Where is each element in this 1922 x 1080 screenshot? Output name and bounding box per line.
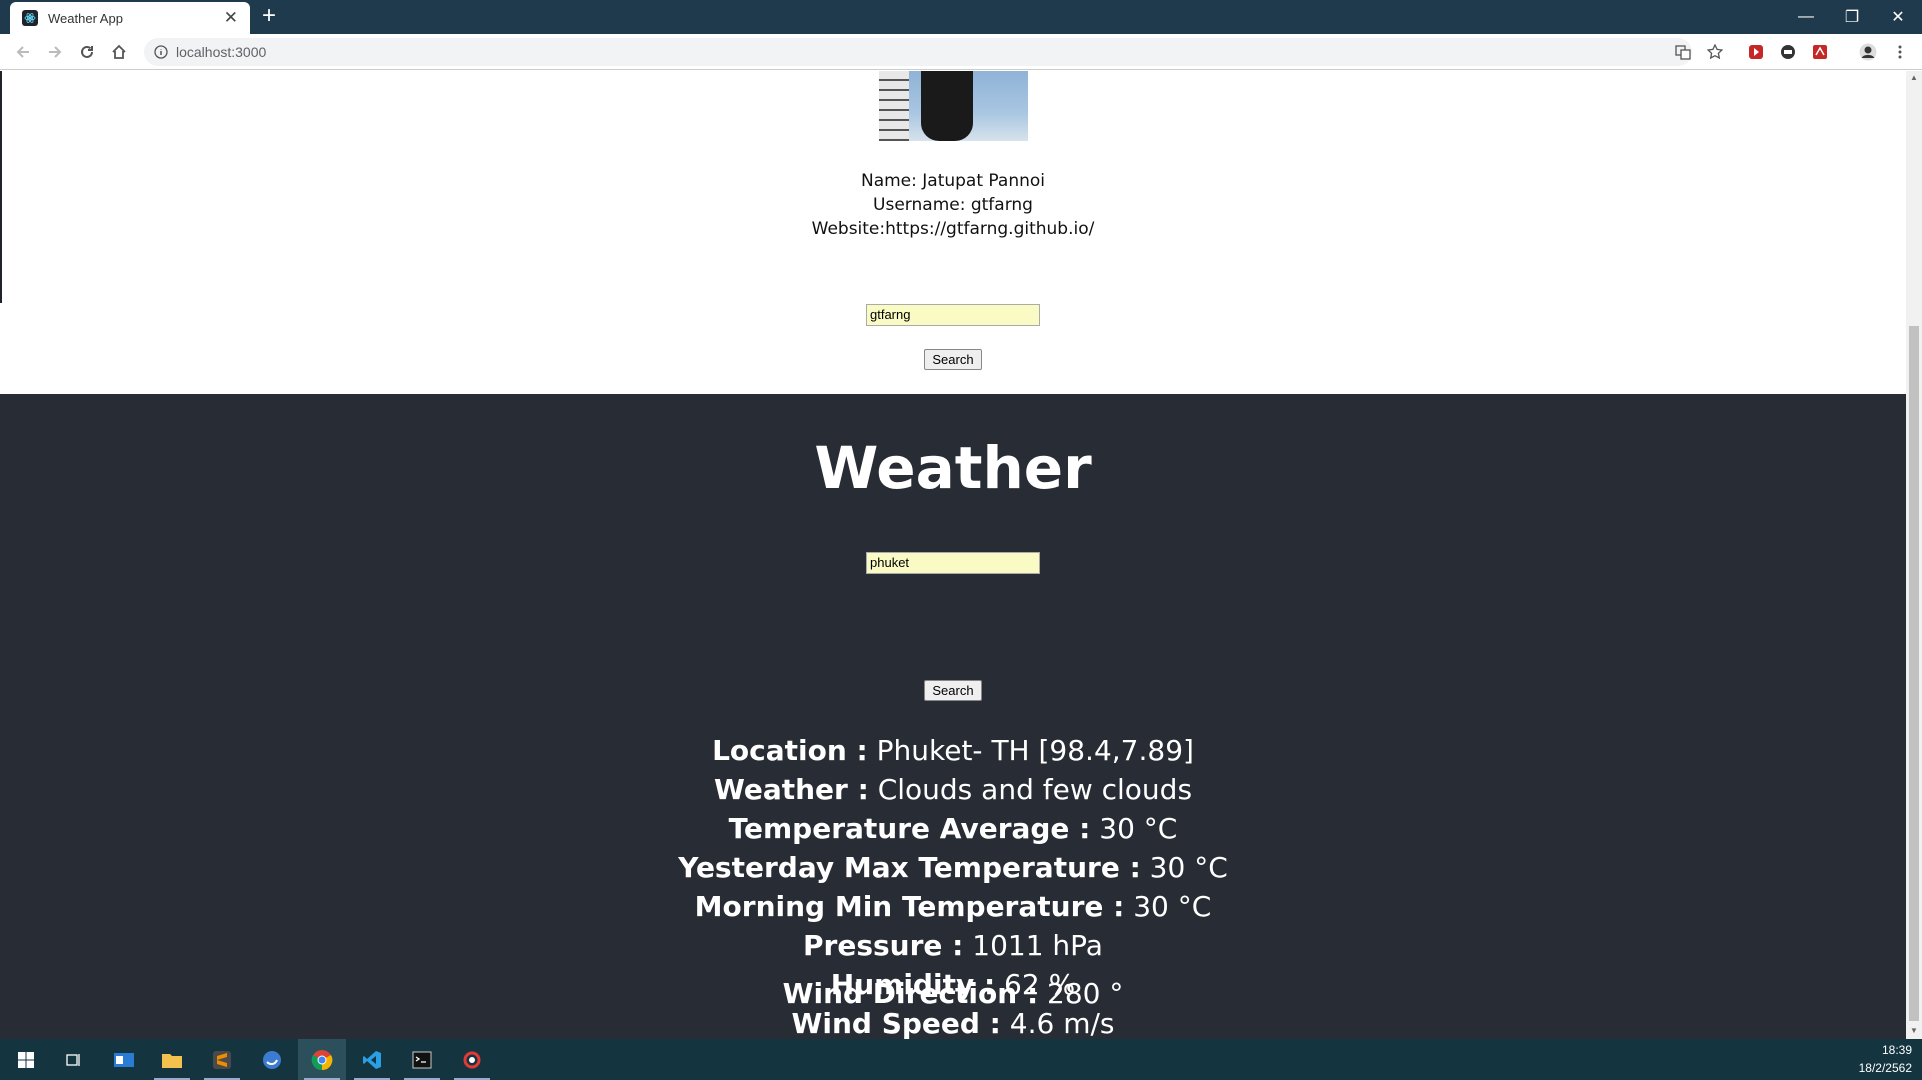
clock-date: 18/2/2562	[1858, 1061, 1912, 1075]
info-icon[interactable]	[154, 45, 168, 59]
windows-start-icon[interactable]	[2, 1039, 50, 1080]
system-clock[interactable]: 18:39 18/2/2562	[1859, 1041, 1912, 1077]
avatar-background	[879, 71, 909, 141]
forward-arrow-icon	[49, 46, 62, 58]
row-label: Pressure :	[803, 929, 964, 962]
weather-title: Weather	[814, 434, 1092, 502]
close-tab-icon[interactable]: ✕	[224, 8, 238, 28]
profile-name: Name: Jatupat Pannoi	[860, 171, 1045, 191]
back-button[interactable]	[12, 41, 34, 63]
scrollbar-thumb[interactable]	[1909, 326, 1919, 1021]
address-bar[interactable]: localhost:3000	[144, 38, 1692, 66]
extension-pdf-icon[interactable]	[1809, 41, 1831, 63]
row-value: 30 °C	[1124, 890, 1212, 923]
row-label: Yesterday Max Temperature :	[678, 851, 1141, 884]
outlook-icon[interactable]	[100, 1039, 148, 1080]
avatar-person	[921, 71, 973, 141]
row-value: Clouds and few clouds	[868, 773, 1193, 806]
page-viewport: Name: Jatupat Pannoi Username: gtfarng W…	[0, 71, 1906, 1039]
file-explorer-icon[interactable]	[148, 1039, 196, 1080]
reload-button[interactable]	[76, 41, 98, 63]
row-label: Location :	[712, 734, 868, 767]
profile-avatar-icon[interactable]	[1857, 41, 1879, 63]
weather-row-pressure: Pressure : 1011 hPa	[0, 927, 1906, 965]
weather-section: Weather phuket Search Location : Phuket-…	[0, 394, 1906, 1039]
terminal-icon[interactable]	[398, 1039, 446, 1080]
os-taskbar: 18:39 18/2/2562	[0, 1039, 1922, 1080]
profile-website: Website:https://gtfarng.github.io/	[811, 219, 1095, 239]
minimize-window-button[interactable]: —	[1783, 0, 1829, 34]
row-label: Temperature Average :	[728, 812, 1091, 845]
row-value: Phuket- TH [98.4,7.89]	[867, 734, 1194, 767]
user-search-button[interactable]: Search	[924, 349, 982, 370]
weather-row-temp-avg: Temperature Average : 30 °C	[0, 810, 1906, 848]
react-icon	[22, 10, 38, 26]
user-search-input[interactable]: gtfarng	[866, 304, 1040, 326]
scroll-down-arrow-icon[interactable]: ▼	[1909, 1026, 1919, 1036]
vscode-icon[interactable]	[348, 1039, 396, 1080]
profile-section: Name: Jatupat Pannoi Username: gtfarng W…	[0, 71, 1906, 394]
task-view-icon[interactable]	[50, 1039, 98, 1080]
city-search-button[interactable]: Search	[924, 680, 982, 701]
clock-time: 18:39	[1881, 1043, 1912, 1057]
tab-title: Weather App	[48, 10, 123, 26]
page-scrollbar[interactable]: ▲ ▼	[1906, 71, 1922, 1039]
weather-row-location: Location : Phuket- TH [98.4,7.89]	[0, 732, 1906, 770]
home-button[interactable]	[108, 41, 130, 63]
extension-dark-icon[interactable]	[1777, 41, 1799, 63]
browser-tab-bar: Weather App ✕ + — ❐ ✕	[0, 0, 1922, 34]
home-icon	[112, 44, 126, 59]
back-arrow-icon	[16, 46, 29, 58]
browser-toolbar: localhost:3000	[0, 34, 1922, 70]
browser-app-icon[interactable]	[248, 1039, 296, 1080]
menu-kebab-icon[interactable]	[1889, 41, 1911, 63]
extension-red-icon[interactable]	[1745, 41, 1767, 63]
reload-icon	[81, 45, 93, 58]
weather-row-wind-direction: Wind Direction : 280 °	[0, 975, 1906, 1013]
row-value: 30 °C	[1140, 851, 1228, 884]
row-value: 30 °C	[1090, 812, 1178, 845]
row-label: Morning Min Temperature :	[694, 890, 1125, 923]
city-search-input[interactable]: phuket	[866, 552, 1040, 574]
weather-row-condition: Weather : Clouds and few clouds	[0, 771, 1906, 809]
chrome-icon[interactable]	[298, 1039, 346, 1080]
profile-avatar-image	[879, 71, 1028, 141]
weather-row-temp-max: Yesterday Max Temperature : 30 °C	[0, 849, 1906, 887]
app-ring-icon[interactable]	[448, 1039, 496, 1080]
close-window-button[interactable]: ✕	[1875, 0, 1921, 34]
row-value: 1011 hPa	[963, 929, 1103, 962]
new-tab-button[interactable]: +	[262, 4, 276, 28]
tab-weather-app[interactable]: Weather App ✕	[10, 2, 250, 34]
scroll-up-arrow-icon[interactable]: ▲	[1909, 73, 1919, 83]
forward-button[interactable]	[44, 41, 66, 63]
profile-username: Username: gtfarng	[873, 195, 1033, 215]
row-value: 280 °	[1038, 977, 1124, 1010]
weather-row-temp-min: Morning Min Temperature : 30 °C	[0, 888, 1906, 926]
restore-window-button[interactable]: ❐	[1829, 0, 1875, 34]
sublime-text-icon[interactable]	[198, 1039, 246, 1080]
row-label: Weather :	[713, 773, 869, 806]
translate-icon[interactable]	[1672, 41, 1694, 63]
row-label: Wind Direction :	[782, 977, 1039, 1010]
url-text: localhost:3000	[176, 44, 267, 60]
bookmark-star-icon[interactable]	[1704, 41, 1726, 63]
